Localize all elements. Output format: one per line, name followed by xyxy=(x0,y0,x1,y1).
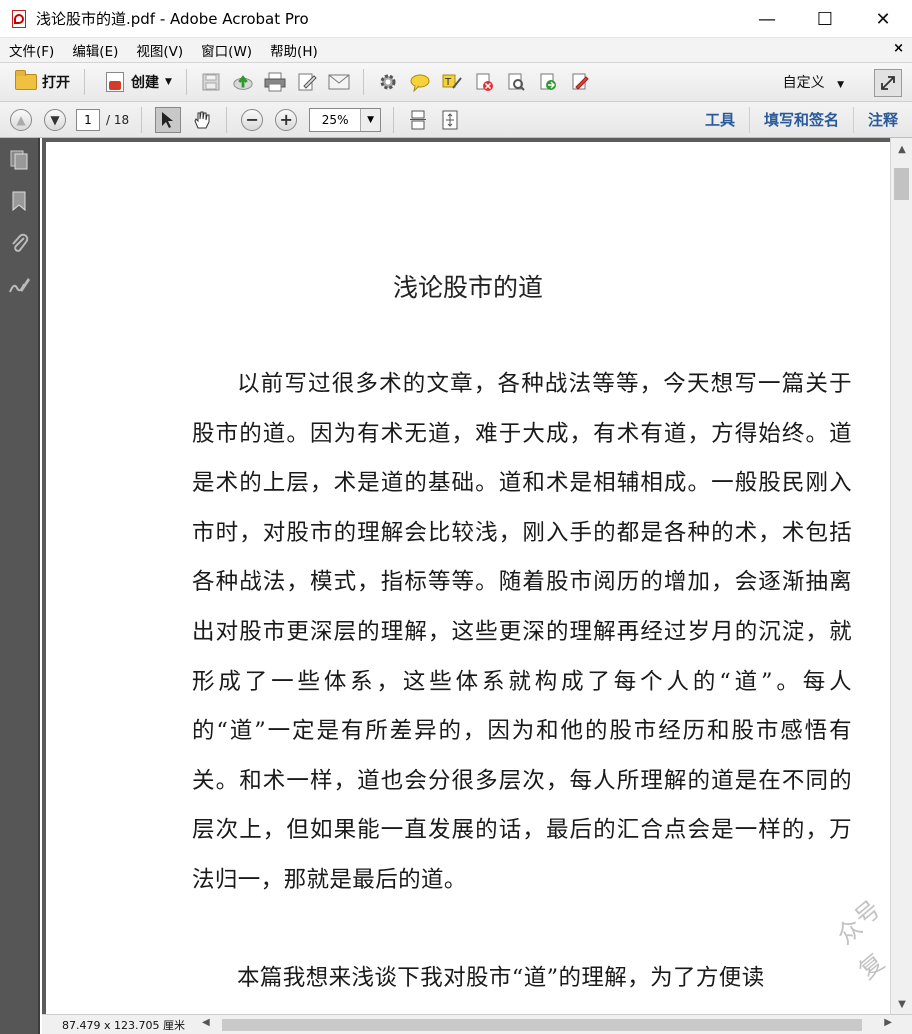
arrow-down-icon: ▼ xyxy=(50,112,60,127)
navigation-toolbar: ▲ ▼ 1 / 18 − + 25% ▼ 工具 填写和签名 注释 xyxy=(0,102,912,138)
chevron-down-icon: ▼ xyxy=(837,80,844,90)
menu-file[interactable]: 文件(F) xyxy=(0,40,63,60)
menu-help[interactable]: 帮助(H) xyxy=(261,40,327,60)
chevron-down-icon: ▼ xyxy=(165,77,172,87)
print-icon[interactable] xyxy=(264,71,286,93)
toolbar-separator xyxy=(185,69,187,95)
full-screen-button[interactable] xyxy=(874,69,902,97)
fit-page-icon xyxy=(442,110,458,129)
scroll-left-icon[interactable]: ◀ xyxy=(202,1017,210,1028)
menu-edit[interactable]: 编辑(E) xyxy=(63,40,127,60)
gear-icon[interactable] xyxy=(377,71,399,93)
maximize-icon: ☐ xyxy=(816,8,834,30)
arrow-up-icon: ▲ xyxy=(16,112,26,127)
bookmark-icon[interactable] xyxy=(8,190,30,212)
open-button[interactable]: 打开 xyxy=(4,67,76,97)
highlight-text-icon[interactable]: T xyxy=(441,71,463,93)
document-paragraph: 本篇我想来浅谈下我对股市“道”的理解，为了方便读 xyxy=(237,965,765,991)
select-tool-button[interactable] xyxy=(155,106,182,133)
scroll-down-icon[interactable]: ▼ xyxy=(891,999,912,1010)
page-dimensions: 87.479 x 123.705 厘米 xyxy=(62,1018,185,1032)
edit-document-icon[interactable] xyxy=(296,71,318,93)
watermark-text: 复 xyxy=(853,947,890,985)
menu-close-icon[interactable]: × xyxy=(893,41,904,56)
fit-page-button[interactable] xyxy=(439,109,461,131)
expand-icon xyxy=(881,76,895,90)
tools-pane-link[interactable]: 工具 xyxy=(691,107,749,133)
comment-pane-link[interactable]: 注释 xyxy=(852,107,912,133)
cursor-icon xyxy=(162,111,174,128)
pdf-page: 浅论股市的道 以前写过很多术的文章，各种战法等等，今天想写一篇关于股市的道。因为… xyxy=(46,142,890,1022)
menu-bar: 文件(F) 编辑(E) 视图(V) 窗口(W) 帮助(H) × xyxy=(0,38,912,62)
create-label: 创建 xyxy=(131,75,159,91)
page-thumbnails-icon[interactable] xyxy=(8,148,30,170)
signature-icon[interactable] xyxy=(8,274,30,296)
main-toolbar: 打开 创建 ▼ T 自定义 ▼ xyxy=(0,62,912,102)
title-bar: 浅论股市的道.pdf - Adobe Acrobat Pro — ☐ ✕ xyxy=(0,0,912,38)
save-icon[interactable] xyxy=(200,71,222,93)
horizontal-scrollbar[interactable]: ◀ ▶ xyxy=(202,1015,912,1034)
toolbar-separator xyxy=(226,106,228,133)
attachment-icon[interactable] xyxy=(8,232,30,254)
chevron-down-icon: ▼ xyxy=(360,108,381,131)
toolbar-separator xyxy=(84,69,85,95)
toolbar-separator xyxy=(141,106,143,133)
status-bar: 87.479 x 123.705 厘米 ◀ ▶ xyxy=(42,1014,912,1034)
minimize-button[interactable]: — xyxy=(738,0,796,38)
fill-sign-pane-link[interactable]: 填写和签名 xyxy=(748,107,853,133)
create-button[interactable]: 创建 ▼ xyxy=(93,67,178,97)
navigation-pane xyxy=(0,138,40,1034)
minus-icon: − xyxy=(245,110,259,129)
close-icon: ✕ xyxy=(875,8,891,30)
plus-icon: + xyxy=(279,110,293,129)
previous-page-button[interactable]: ▲ xyxy=(10,108,32,131)
next-page-button[interactable]: ▼ xyxy=(44,108,66,131)
toolbar-separator xyxy=(362,69,364,95)
menu-view[interactable]: 视图(V) xyxy=(127,40,192,60)
page-number-input[interactable]: 1 xyxy=(76,108,100,131)
svg-text:T: T xyxy=(444,77,452,88)
email-icon[interactable] xyxy=(328,71,350,93)
toolbar-separator xyxy=(393,106,395,133)
search-document-icon[interactable] xyxy=(505,71,527,93)
acrobat-pdf-icon xyxy=(10,9,30,29)
document-paragraph: 以前写过很多术的文章，各种战法等等，今天想写一篇关于股市的道。因为有术无道，难于… xyxy=(192,371,852,893)
comment-bubble-icon[interactable] xyxy=(409,71,431,93)
zoom-out-button[interactable]: − xyxy=(241,108,264,131)
maximize-button[interactable]: ☐ xyxy=(796,0,854,38)
scroll-thumb[interactable] xyxy=(894,168,909,200)
folder-icon xyxy=(15,70,37,93)
page-total: / 18 xyxy=(106,112,130,127)
cloud-upload-icon[interactable] xyxy=(232,71,254,93)
document-title: 浅论股市的道 xyxy=(392,273,543,302)
scroll-right-icon[interactable]: ▶ xyxy=(884,1017,892,1028)
open-label: 打开 xyxy=(42,75,70,91)
scroll-up-icon[interactable]: ▲ xyxy=(891,144,912,155)
menu-window[interactable]: 窗口(W) xyxy=(192,40,261,60)
minimize-icon: — xyxy=(758,8,776,30)
customize-label: 自定义 xyxy=(782,75,825,91)
zoom-level-select[interactable]: 25% ▼ xyxy=(309,107,382,132)
export-page-icon[interactable] xyxy=(537,71,559,93)
vertical-scrollbar[interactable]: ▲ ▼ xyxy=(890,138,912,1014)
document-viewport[interactable]: 浅论股市的道 以前写过很多术的文章，各种战法等等，今天想写一篇关于股市的道。因为… xyxy=(42,138,890,1022)
zoom-in-button[interactable]: + xyxy=(275,108,298,131)
create-pdf-icon xyxy=(104,71,126,93)
customize-dropdown[interactable]: 自定义 ▼ xyxy=(783,72,844,92)
scrolling-mode-button[interactable] xyxy=(407,109,429,131)
hand-tool-button[interactable] xyxy=(191,109,213,131)
page-scroll-icon xyxy=(410,110,427,129)
hand-icon xyxy=(194,111,210,128)
window-title: 浅论股市的道.pdf - Adobe Acrobat Pro xyxy=(36,10,309,28)
zoom-value: 25% xyxy=(321,112,349,127)
delete-page-icon[interactable] xyxy=(473,71,495,93)
sign-document-icon[interactable] xyxy=(569,71,591,93)
close-button[interactable]: ✕ xyxy=(854,0,912,38)
scroll-thumb[interactable] xyxy=(222,1019,862,1031)
